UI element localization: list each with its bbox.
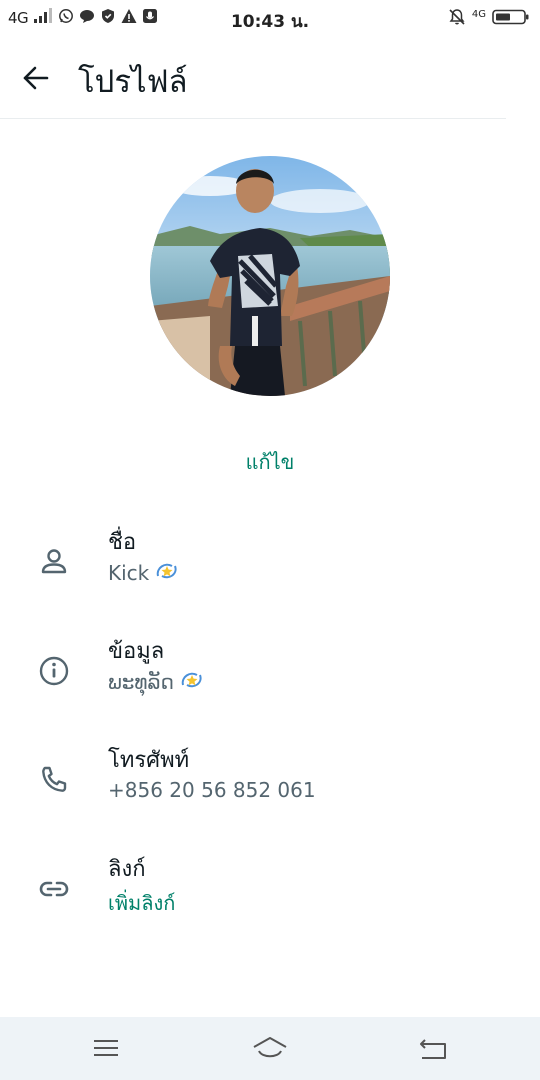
name-value: Kick: [108, 560, 179, 587]
name-text: Kick: [108, 561, 150, 585]
back-icon: [420, 1039, 446, 1059]
home-icon: [253, 1037, 287, 1058]
battery-icon: [492, 9, 530, 29]
bell-off-icon: [448, 8, 466, 30]
network-type-secondary: 4G: [471, 8, 486, 20]
links-label: ลิงก์: [108, 857, 146, 882]
info-icon: [36, 653, 72, 689]
status-bar: 4G 10:43 น. 4G: [0, 0, 540, 36]
dizzy-emoji-icon: [155, 560, 179, 587]
phone-value: +856 20 56 852 061: [108, 778, 316, 802]
page-title: โปรไฟล์: [78, 64, 188, 100]
nav-back-button[interactable]: [416, 1033, 452, 1065]
menu-icon: [94, 1040, 118, 1056]
about-text: ພະທຸລັດ: [108, 670, 174, 694]
system-nav-bar: [0, 1017, 540, 1080]
link-icon: [36, 871, 72, 907]
profile-photo[interactable]: [150, 156, 390, 396]
add-link-button[interactable]: เพิ่มลิงก์: [108, 887, 175, 919]
name-label: ชื่อ: [108, 530, 137, 555]
back-button[interactable]: [20, 62, 52, 94]
profile-row-links[interactable]: ลิงก์ เพิ่มลิงก์: [0, 843, 540, 935]
dizzy-emoji-icon: [180, 669, 204, 696]
app-bar: โปรไฟล์: [0, 40, 506, 119]
nav-home-button[interactable]: [252, 1033, 288, 1065]
profile-row-about[interactable]: ข้อมูล ພະທຸລັດ: [0, 625, 540, 717]
nav-menu-button[interactable]: [88, 1033, 124, 1065]
edit-photo-link[interactable]: แก้ไข: [0, 446, 540, 478]
about-label: ข้อมูล: [108, 639, 165, 664]
profile-row-name[interactable]: ชื่อ Kick: [0, 516, 540, 608]
about-value: ພະທຸລັດ: [108, 669, 204, 696]
status-right: 4G: [448, 8, 530, 30]
arrow-left-icon: [23, 66, 49, 90]
profile-row-phone[interactable]: โทรศัพท์ +856 20 56 852 061: [0, 734, 540, 826]
phone-icon: [36, 762, 72, 798]
person-icon: [36, 544, 72, 580]
phone-label: โทรศัพท์: [108, 748, 190, 773]
